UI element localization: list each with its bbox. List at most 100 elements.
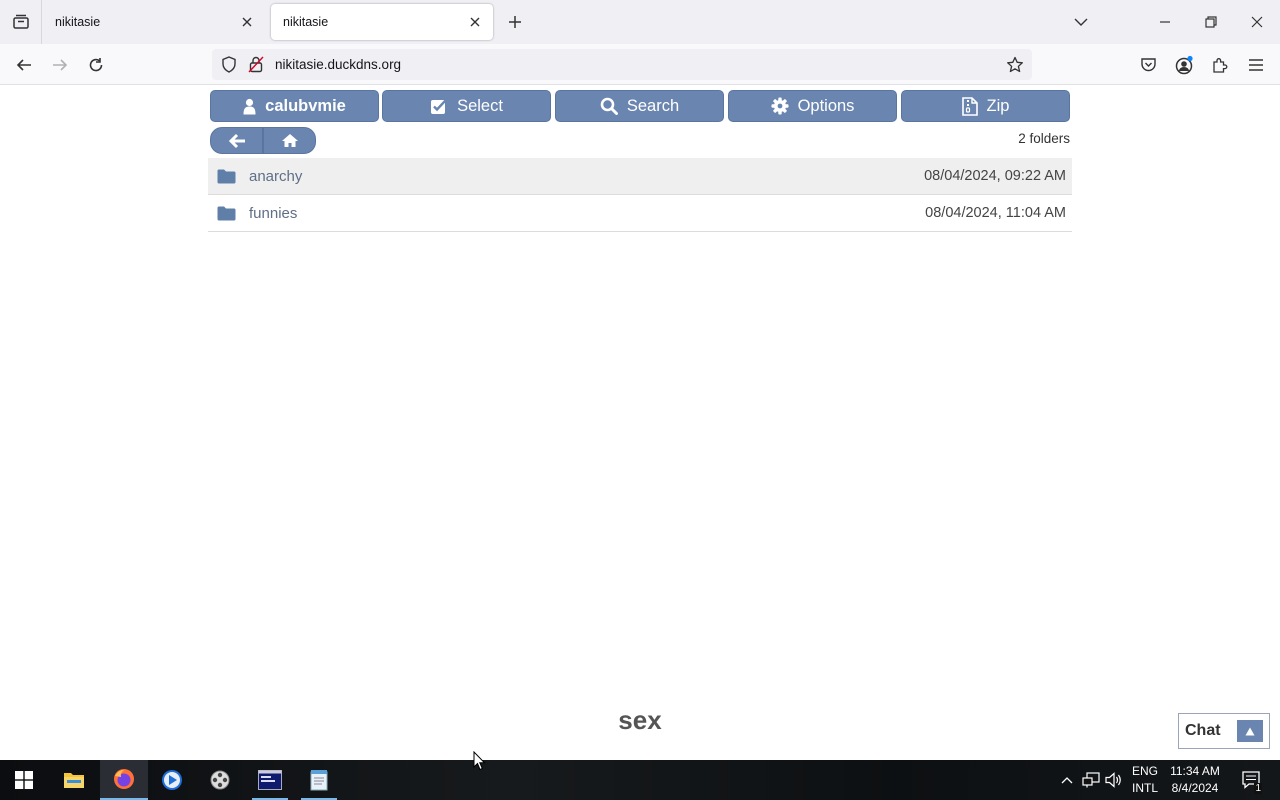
arrow-right-icon: [53, 59, 68, 71]
folder-name[interactable]: funnies: [249, 205, 925, 222]
address-bar[interactable]: nikitasie.duckdns.org: [212, 49, 1032, 80]
close-icon: [470, 17, 480, 27]
search-button[interactable]: Search: [555, 90, 724, 122]
close-icon: [242, 17, 252, 27]
tab-close-button[interactable]: [467, 14, 483, 30]
notification-count: 1: [1254, 783, 1262, 794]
bookmark-star-icon[interactable]: [1006, 56, 1024, 74]
gear-icon: [771, 97, 789, 115]
notepad-icon: [310, 770, 328, 791]
chevron-up-icon: [1061, 777, 1073, 784]
input-language-button[interactable]: ENG INTL: [1126, 760, 1164, 800]
chat-expand-button[interactable]: [1237, 720, 1263, 742]
account-icon: [1175, 55, 1193, 75]
taskbar-notepad[interactable]: [295, 760, 343, 800]
folder-icon: [208, 169, 249, 184]
back-folder-button[interactable]: [210, 127, 263, 154]
show-hidden-icons-button[interactable]: [1056, 760, 1078, 800]
arrow-left-icon: [228, 133, 245, 148]
chat-label: Chat: [1185, 722, 1221, 739]
taskbar-firefox[interactable]: [100, 760, 148, 800]
action-center-button[interactable]: 1: [1232, 760, 1272, 800]
tab-list-icon: [12, 14, 29, 29]
terminal-icon: [258, 770, 282, 790]
close-window-button[interactable]: [1234, 0, 1280, 44]
forward-button[interactable]: [45, 50, 75, 80]
windows-taskbar: ENG INTL 11:34 AM 8/4/2024 1: [0, 760, 1280, 800]
tab-title: nikitasie: [55, 15, 101, 29]
home-folder-button[interactable]: [263, 127, 316, 154]
taskbar-video-editor[interactable]: [196, 760, 244, 800]
media-player-icon: [162, 770, 182, 790]
folder-date: 08/04/2024, 11:04 AM: [925, 205, 1066, 221]
minimize-button[interactable]: [1142, 0, 1188, 44]
user-name: calubvmie: [265, 96, 346, 115]
mouse-cursor-icon: [473, 751, 486, 771]
network-tray-button[interactable]: [1080, 760, 1102, 800]
plus-icon: [509, 16, 521, 28]
file-explorer-icon: [64, 773, 84, 788]
clock-button[interactable]: 11:34 AM 8/4/2024: [1166, 760, 1224, 800]
extensions-button[interactable]: [1205, 50, 1235, 80]
clock-date: 8/4/2024: [1171, 781, 1219, 795]
restore-icon: [1205, 16, 1217, 28]
firefox-icon: [114, 769, 134, 789]
film-reel-icon: [210, 770, 230, 790]
reload-icon: [89, 58, 103, 72]
search-label: Search: [626, 96, 680, 115]
folder-icon: [208, 206, 249, 221]
zip-button[interactable]: Zip: [901, 90, 1070, 122]
browser-tab-active[interactable]: nikitasie: [271, 4, 493, 40]
chat-widget[interactable]: Chat: [1178, 713, 1270, 749]
zip-label: Zip: [986, 96, 1010, 115]
options-label: Options: [797, 96, 855, 115]
taskbar-terminal[interactable]: [246, 760, 294, 800]
footer-text: sex: [618, 705, 662, 735]
pocket-icon: [1140, 58, 1156, 72]
tab-overview-button[interactable]: [0, 0, 42, 44]
language-code: ENG: [1131, 764, 1158, 778]
new-tab-button[interactable]: [503, 10, 527, 34]
volume-tray-button[interactable]: [1103, 760, 1125, 800]
back-button[interactable]: [9, 50, 39, 80]
select-button[interactable]: Select: [382, 90, 551, 122]
speaker-icon: [1105, 772, 1121, 788]
browser-tab-strip: nikitasie nikitasie: [0, 0, 1280, 44]
select-label: Select: [457, 96, 503, 115]
clock-time: 11:34 AM: [1170, 764, 1220, 778]
insecure-lock-icon[interactable]: [248, 56, 264, 73]
checkbox-checked-icon: [431, 99, 447, 114]
web-page: calubvmie Select Search Options Zip 2 fo…: [0, 85, 1280, 760]
browser-tab[interactable]: nikitasie: [43, 4, 265, 40]
home-icon: [281, 134, 298, 147]
restore-button[interactable]: [1188, 0, 1234, 44]
keyboard-layout: INTL: [1131, 781, 1158, 795]
arrow-left-icon: [16, 59, 31, 71]
account-button[interactable]: [1169, 50, 1199, 80]
taskbar-media-player[interactable]: [148, 760, 196, 800]
close-icon: [1251, 16, 1263, 28]
taskbar-file-explorer[interactable]: [50, 760, 98, 800]
minimize-icon: [1160, 21, 1170, 23]
folder-name[interactable]: anarchy: [249, 168, 924, 185]
tab-title: nikitasie: [283, 15, 329, 29]
shield-icon: [222, 56, 236, 73]
user-icon: [243, 98, 256, 114]
app-menu-button[interactable]: [1241, 50, 1271, 80]
list-all-tabs-button[interactable]: [1058, 0, 1104, 44]
tab-close-button[interactable]: [239, 14, 255, 30]
folder-row[interactable]: anarchy 08/04/2024, 09:22 AM: [208, 158, 1072, 195]
browser-nav-bar: nikitasie.duckdns.org: [0, 44, 1280, 85]
folder-row[interactable]: funnies 08/04/2024, 11:04 AM: [208, 195, 1072, 232]
triangle-up-icon: [1245, 727, 1255, 735]
url-text: nikitasie.duckdns.org: [275, 57, 402, 72]
start-icon: [15, 771, 33, 789]
start-button[interactable]: [0, 760, 48, 800]
user-button[interactable]: calubvmie: [210, 90, 379, 122]
folder-date: 08/04/2024, 09:22 AM: [924, 168, 1066, 184]
hamburger-menu-icon: [1249, 59, 1263, 71]
options-button[interactable]: Options: [728, 90, 897, 122]
pocket-button[interactable]: [1133, 50, 1163, 80]
zip-file-icon: [961, 96, 978, 116]
reload-button[interactable]: [81, 50, 111, 80]
